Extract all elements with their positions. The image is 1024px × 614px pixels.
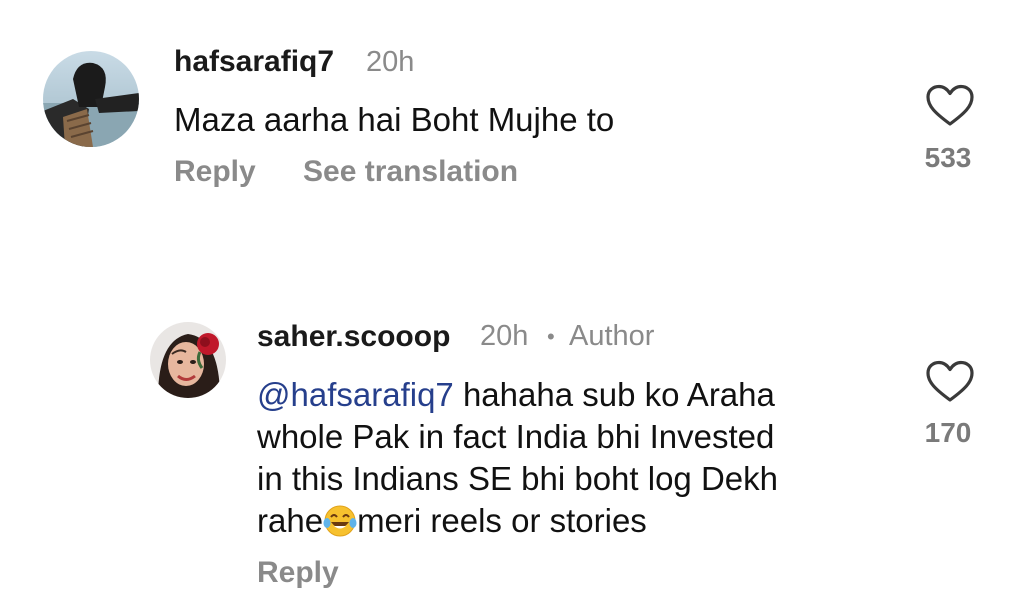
face-with-tears-of-joy-icon (323, 505, 357, 537)
avatar[interactable] (43, 51, 139, 147)
like-count: 170 (924, 417, 972, 448)
comment-text: @hafsarafiq7 hahaha sub ko Araha whole P… (257, 374, 897, 548)
comment-text-line-2: whole Pak in fact India bhi Invested (257, 418, 775, 455)
heart-outline-icon (926, 360, 974, 402)
comment-username[interactable]: hafsarafiq7 (174, 45, 334, 79)
comment-text-line-1: @hafsarafiq7 hahaha sub ko Araha (257, 374, 897, 416)
comment-hafsarafiq7: hafsarafiq7 20h Maza aarha hai Boht Mujh… (0, 0, 1024, 220)
like-button[interactable] (925, 84, 975, 128)
see-translation-button[interactable]: See translation (303, 155, 518, 189)
reply-button[interactable]: Reply (174, 155, 256, 189)
heart-outline-icon (926, 84, 974, 126)
meta-separator: • (547, 324, 555, 349)
comment-text-segment: meri reels or stories (357, 502, 647, 539)
comment-text: Maza aarha hai Boht Mujhe to (174, 101, 615, 138)
profile-photo-icon (43, 51, 139, 147)
comment-text-line-4: rahe meri reels or stories (257, 500, 897, 548)
like-button[interactable] (925, 360, 975, 404)
avatar[interactable] (150, 322, 226, 398)
mention-link[interactable]: @hafsarafiq7 (257, 376, 454, 413)
reply-button[interactable]: Reply (257, 556, 339, 590)
comment-username[interactable]: saher.scooop (257, 320, 450, 354)
comment-timestamp: 20h (366, 46, 415, 78)
comment-saher-scooop: saher.scooop 20h • Author @hafsarafiq7 h… (0, 300, 1024, 614)
comment-text-segment: rahe (257, 502, 324, 539)
author-badge: Author (569, 320, 655, 352)
laughing-emoji-icon (323, 504, 357, 548)
like-count: 533 (924, 142, 972, 173)
profile-photo-icon (150, 322, 226, 398)
comment-text-segment: hahaha sub ko Araha (453, 376, 775, 413)
comment-timestamp: 20h (480, 320, 529, 352)
comment-text-line-3: in this Indians SE bhi boht log Dekh (257, 460, 778, 497)
